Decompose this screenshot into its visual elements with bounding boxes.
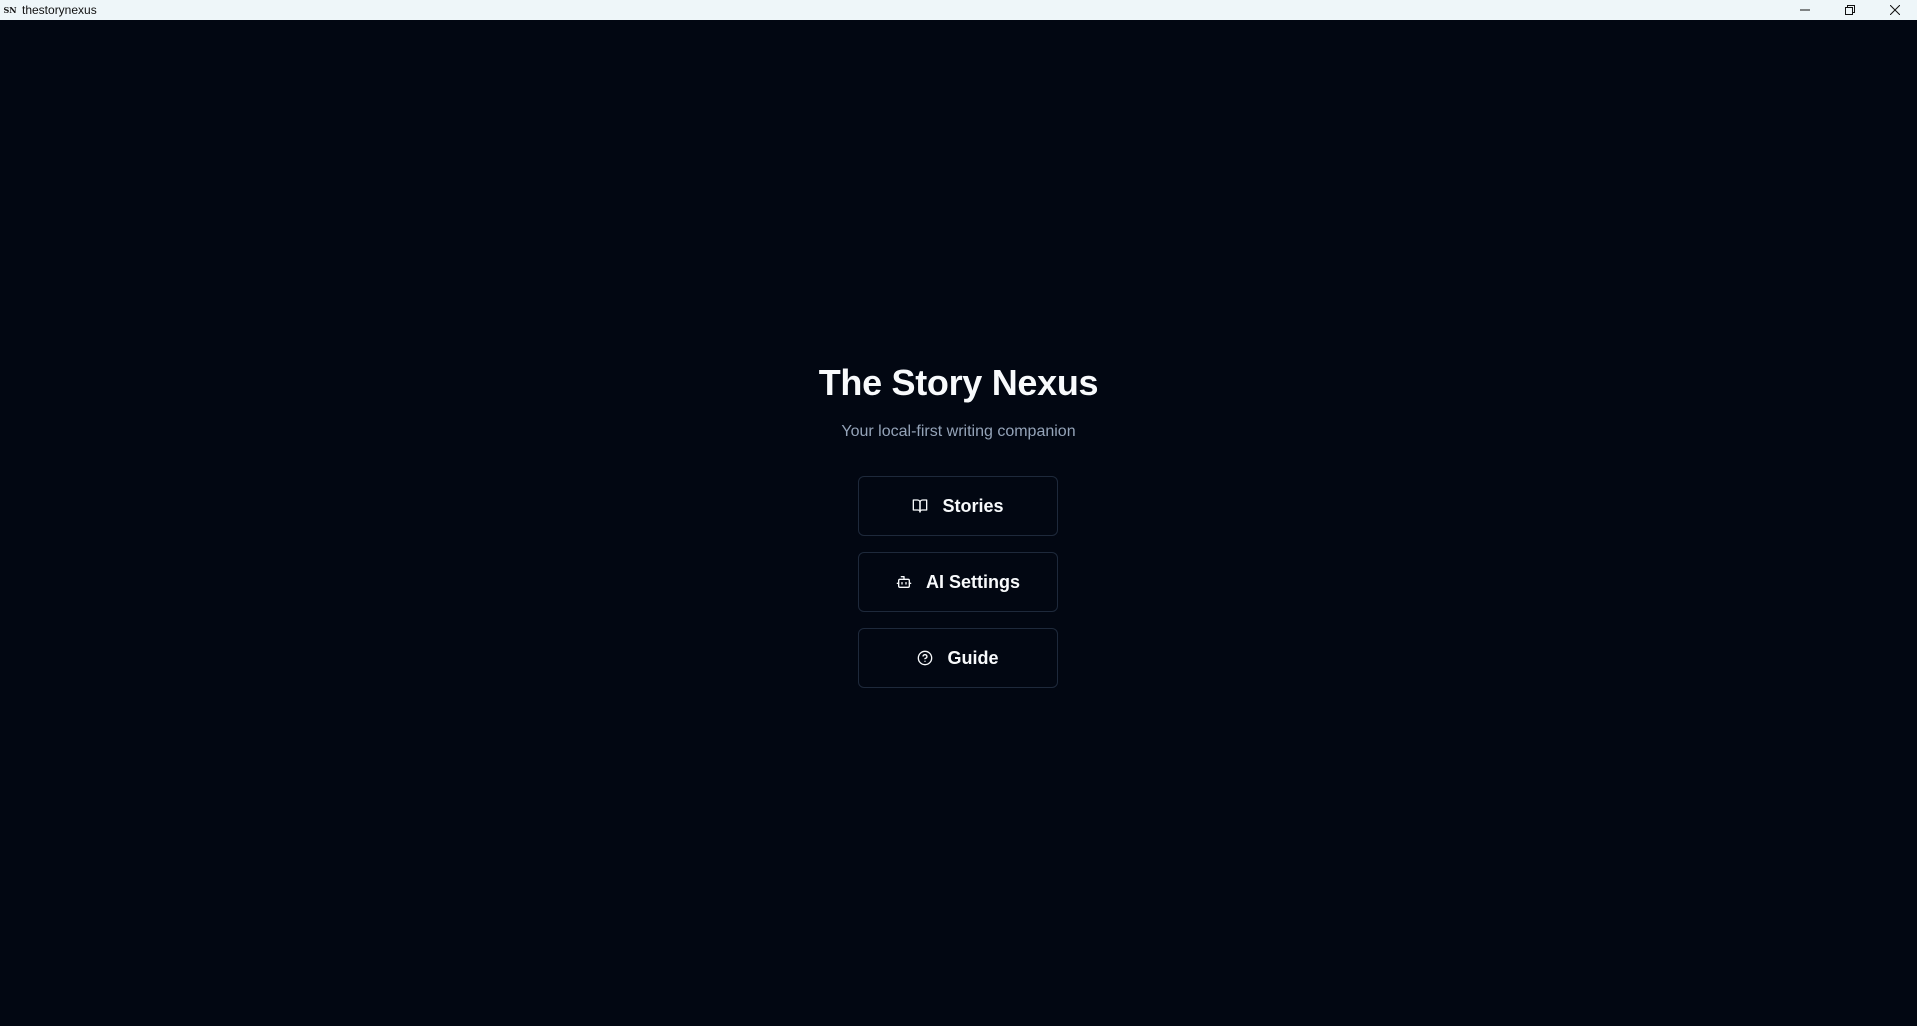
ai-settings-button[interactable]: AI Settings [858, 552, 1058, 612]
ai-settings-button-label: AI Settings [925, 571, 1020, 592]
page-title: The Story Nexus [818, 362, 1099, 403]
window-controls [1782, 0, 1917, 20]
home-screen: The Story Nexus Your local-first writing… [0, 20, 1917, 1026]
guide-button-label: Guide [947, 647, 999, 668]
minimize-icon [1799, 9, 1810, 11]
restore-icon [1844, 5, 1855, 15]
guide-button[interactable]: Guide [858, 628, 1058, 688]
window-titlebar: SN thestorynexus [0, 0, 1917, 20]
close-button[interactable] [1872, 0, 1917, 20]
stories-button-label: Stories [942, 495, 1004, 516]
minimize-button[interactable] [1782, 0, 1827, 20]
help-circle-icon [917, 650, 933, 666]
bot-icon [896, 574, 912, 590]
window-title: thestorynexus [22, 3, 97, 17]
book-open-icon [912, 498, 928, 514]
main-menu: Stories AI Settings Guide [858, 476, 1058, 704]
page-subtitle: Your local-first writing companion [841, 423, 1076, 440]
close-icon [1889, 5, 1900, 15]
app-icon: SN [3, 5, 17, 15]
restore-button[interactable] [1827, 0, 1872, 20]
stories-button[interactable]: Stories [858, 476, 1058, 536]
